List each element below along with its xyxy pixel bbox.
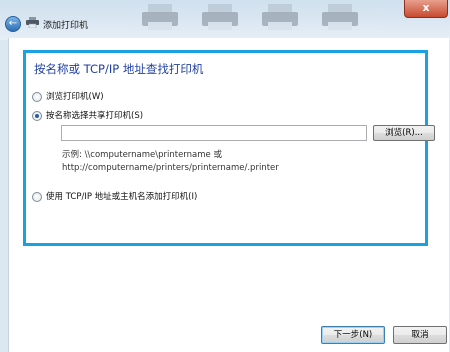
radio-label-browse[interactable]: 浏览打印机(W) (46, 90, 104, 102)
focus-highlight: 按名称或 TCP/IP 地址查找打印机 浏览打印机(W) 按名称选择共享打印机(… (23, 50, 435, 246)
radio-select-shared-printer[interactable] (32, 111, 42, 121)
printer-icon (26, 17, 39, 28)
shared-printer-path-input[interactable] (61, 125, 367, 141)
cancel-button[interactable]: 取消 (393, 326, 447, 344)
radio-tcpip[interactable] (32, 192, 42, 202)
window-title: 添加打印机 (43, 21, 89, 31)
printer-icon (142, 4, 178, 30)
radio-label-tcpip[interactable]: 使用 TCP/IP 地址或主机名添加打印机(I) (46, 190, 197, 202)
radio-label-shared[interactable]: 按名称选择共享打印机(S) (46, 109, 143, 121)
printer-icon (262, 4, 298, 30)
next-button[interactable]: 下一步(N) (321, 326, 385, 344)
printer-icon (322, 4, 358, 30)
example-line-2: http://computername/printers/printername… (62, 163, 279, 173)
example-text: 示例: \\computername\printername 或 http://… (62, 149, 279, 175)
title-bar: ← 添加打印机 x (0, 0, 450, 40)
page-title: 按名称或 TCP/IP 地址查找打印机 (34, 62, 204, 76)
printer-icon (202, 4, 238, 30)
browse-button[interactable]: 浏览(R)... (373, 125, 435, 141)
wizard-content: 按名称或 TCP/IP 地址查找打印机 浏览打印机(W) 按名称选择共享打印机(… (8, 38, 449, 352)
back-arrow-icon[interactable]: ← (5, 16, 21, 32)
close-button[interactable]: x (404, 0, 448, 18)
radio-browse-printers[interactable] (32, 92, 42, 102)
example-line-1: 示例: \\computername\printername 或 (62, 150, 222, 160)
